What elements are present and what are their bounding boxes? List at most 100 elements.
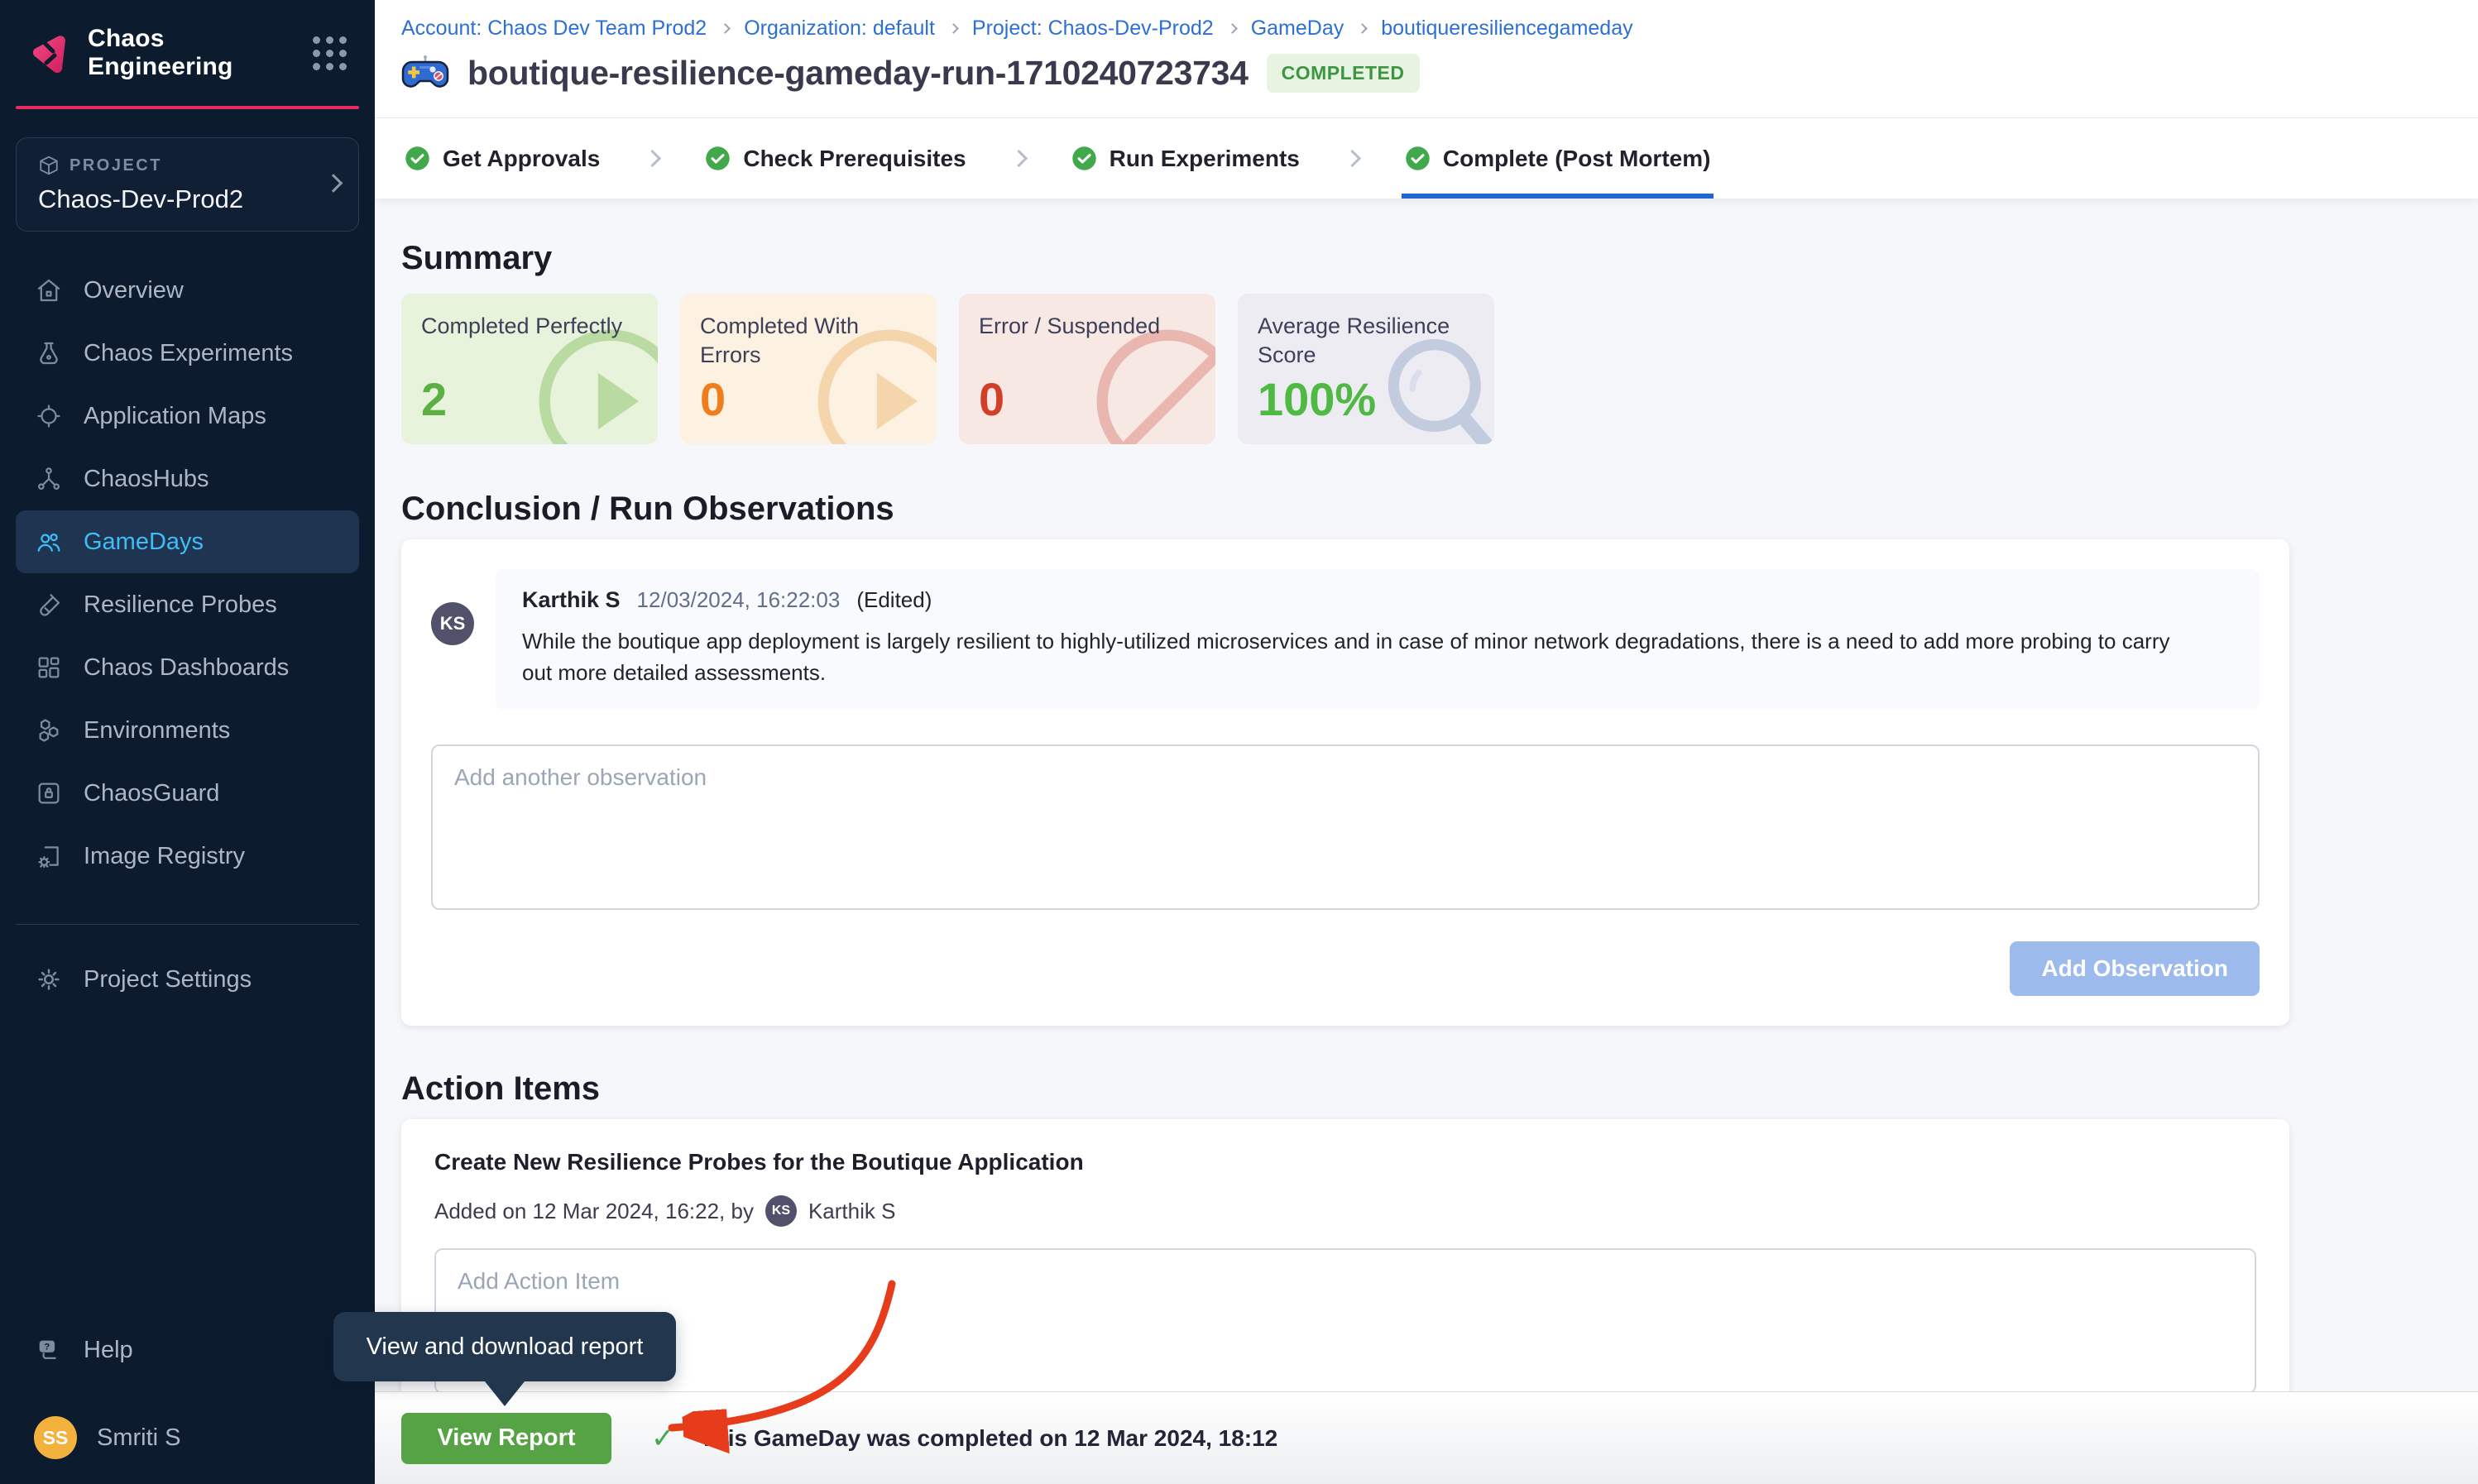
- svg-text:?: ?: [44, 1343, 50, 1352]
- check-icon: ✓: [651, 1422, 675, 1455]
- cube-icon: [38, 155, 60, 176]
- completion-status-text: This GameDay was completed on 12 Mar 202…: [700, 1425, 1278, 1452]
- check-circle-icon: [405, 146, 430, 171]
- card-average-resilience-score: Average Resilience Score 100%: [1238, 294, 1494, 444]
- step-complete-post-mortem[interactable]: Complete (Post Mortem): [1402, 118, 1714, 199]
- action-item-input[interactable]: [434, 1248, 2256, 1394]
- card-label: Error / Suspended: [979, 312, 1196, 341]
- main-area: Account: Chaos Dev Team Prod2 Organizati…: [375, 0, 2478, 1484]
- card-error-suspended: Error / Suspended 0: [959, 294, 1215, 444]
- hexagons-icon: [34, 716, 64, 745]
- sidebar-item-label: ChaosHubs: [84, 466, 209, 493]
- breadcrumb-current[interactable]: boutiqueresiliencegameday: [1381, 17, 1632, 41]
- breadcrumb-organization[interactable]: Organization: default: [744, 17, 935, 41]
- app-switcher-icon[interactable]: [313, 36, 347, 70]
- comment-author: Karthik S: [522, 587, 621, 613]
- breadcrumb: Account: Chaos Dev Team Prod2 Organizati…: [401, 17, 2452, 41]
- test-tube-icon: [34, 590, 64, 620]
- breadcrumb-project[interactable]: Project: Chaos-Dev-Prod2: [972, 17, 1214, 41]
- sidebar-bottom: ? Help SS Smriti S: [0, 1319, 375, 1469]
- breadcrumb-account[interactable]: Account: Chaos Dev Team Prod2: [401, 17, 707, 41]
- add-observation-button[interactable]: Add Observation: [2010, 941, 2260, 996]
- product-title: Chaos Engineering: [88, 25, 296, 81]
- sidebar-item-label: Chaos Dashboards: [84, 654, 289, 682]
- sidebar-item-project-settings[interactable]: Project Settings: [16, 948, 359, 1011]
- help-chat-icon: ?: [34, 1335, 64, 1365]
- sidebar-item-label: Image Registry: [84, 843, 245, 870]
- card-label: Average Resilience Score: [1258, 312, 1474, 370]
- sidebar-nav: Overview Chaos Experiments Application M…: [0, 259, 375, 888]
- summary-heading: Summary: [401, 240, 2478, 277]
- action-item-meta: Added on 12 Mar 2024, 16:22, by KS Karth…: [434, 1195, 2256, 1227]
- gameday-stepper: Get Approvals Check Prerequisites Run Ex…: [375, 118, 2478, 199]
- step-label: Run Experiments: [1110, 146, 1300, 172]
- sidebar-item-chaos-experiments[interactable]: Chaos Experiments: [16, 322, 359, 385]
- sidebar-header: Chaos Engineering: [0, 0, 375, 106]
- content-area: Summary Completed Perfectly 2 Completed …: [375, 199, 2478, 1484]
- step-label: Get Approvals: [443, 146, 600, 172]
- observations-heading: Conclusion / Run Observations: [401, 491, 2478, 528]
- sidebar-item-application-maps[interactable]: Application Maps: [16, 385, 359, 448]
- observations-card: KS Karthik S 12/03/2024, 16:22:03 (Edite…: [401, 539, 2289, 1026]
- comment-avatar: KS: [431, 602, 474, 645]
- card-completed-perfectly: Completed Perfectly 2: [401, 294, 658, 444]
- help-button[interactable]: ? Help: [16, 1319, 359, 1381]
- sidebar: Chaos Engineering PROJECT Chaos-Dev-Prod…: [0, 0, 375, 1484]
- gamepad-icon: [401, 55, 449, 93]
- sidebar-item-image-registry[interactable]: Image Registry: [16, 825, 359, 888]
- network-icon: [34, 464, 64, 494]
- step-label: Complete (Post Mortem): [1443, 146, 1711, 172]
- sidebar-item-chaos-dashboards[interactable]: Chaos Dashboards: [16, 636, 359, 699]
- page-header: Account: Chaos Dev Team Prod2 Organizati…: [375, 0, 2478, 118]
- action-item-title: Create New Resilience Probes for the Bou…: [434, 1149, 2256, 1175]
- step-get-approvals[interactable]: Get Approvals: [401, 118, 603, 199]
- breadcrumb-gameday[interactable]: GameDay: [1251, 17, 1344, 41]
- project-label: PROJECT: [69, 156, 162, 175]
- harness-chaos-logo-icon: [28, 31, 71, 74]
- card-value: 100%: [1258, 372, 1474, 426]
- action-item-author: Karthik S: [808, 1199, 896, 1224]
- user-menu[interactable]: SS Smriti S: [16, 1406, 359, 1469]
- sidebar-item-chaosguard[interactable]: ChaosGuard: [16, 762, 359, 825]
- sidebar-item-overview[interactable]: Overview: [16, 259, 359, 322]
- user-avatar: SS: [34, 1416, 77, 1459]
- action-items-heading: Action Items: [401, 1070, 2478, 1108]
- footer-bar: View Report ✓ This GameDay was completed…: [375, 1391, 2478, 1484]
- card-label: Completed Perfectly: [421, 312, 638, 341]
- status-badge: COMPLETED: [1267, 54, 1420, 93]
- chevron-right-icon: [1227, 23, 1238, 34]
- sidebar-item-gamedays[interactable]: GameDays: [16, 510, 359, 573]
- user-name: Smriti S: [97, 1424, 181, 1452]
- sidebar-item-label: Project Settings: [84, 966, 252, 993]
- step-separator: [1346, 118, 1359, 199]
- target-icon: [34, 401, 64, 431]
- chevron-right-icon: [1357, 23, 1368, 34]
- app-root: Chaos Engineering PROJECT Chaos-Dev-Prod…: [0, 0, 2478, 1484]
- sidebar-item-label: Chaos Experiments: [84, 340, 293, 367]
- chevron-right-icon: [948, 23, 959, 34]
- card-value: 2: [421, 372, 638, 426]
- comment-block: Karthik S 12/03/2024, 16:22:03 (Edited) …: [496, 569, 2260, 710]
- check-circle-icon: [1071, 146, 1097, 171]
- sidebar-item-label: Overview: [84, 277, 184, 304]
- page-title: boutique-resilience-gameday-run-17102407…: [467, 54, 1249, 93]
- sidebar-item-environments[interactable]: Environments: [16, 699, 359, 762]
- sidebar-item-chaoshubs[interactable]: ChaosHubs: [16, 448, 359, 510]
- step-run-experiments[interactable]: Run Experiments: [1068, 118, 1303, 199]
- card-label: Completed With Errors: [700, 312, 917, 370]
- observation-input[interactable]: [431, 744, 2260, 910]
- comment-timestamp: 12/03/2024, 16:22:03: [637, 587, 841, 613]
- lock-shield-icon: [34, 778, 64, 808]
- sidebar-item-label: Resilience Probes: [84, 591, 277, 619]
- accent-divider: [16, 106, 359, 109]
- step-check-prerequisites[interactable]: Check Prerequisites: [702, 118, 969, 199]
- sidebar-item-resilience-probes[interactable]: Resilience Probes: [16, 573, 359, 636]
- project-selector[interactable]: PROJECT Chaos-Dev-Prod2: [16, 137, 359, 232]
- view-report-button[interactable]: View Report: [401, 1413, 611, 1464]
- check-circle-icon: [705, 146, 731, 171]
- comment-text: While the boutique app deployment is lar…: [522, 626, 2177, 688]
- card-value: 0: [979, 372, 1196, 426]
- step-label: Check Prerequisites: [743, 146, 966, 172]
- chevron-right-icon: [720, 23, 731, 34]
- check-circle-icon: [1405, 146, 1431, 171]
